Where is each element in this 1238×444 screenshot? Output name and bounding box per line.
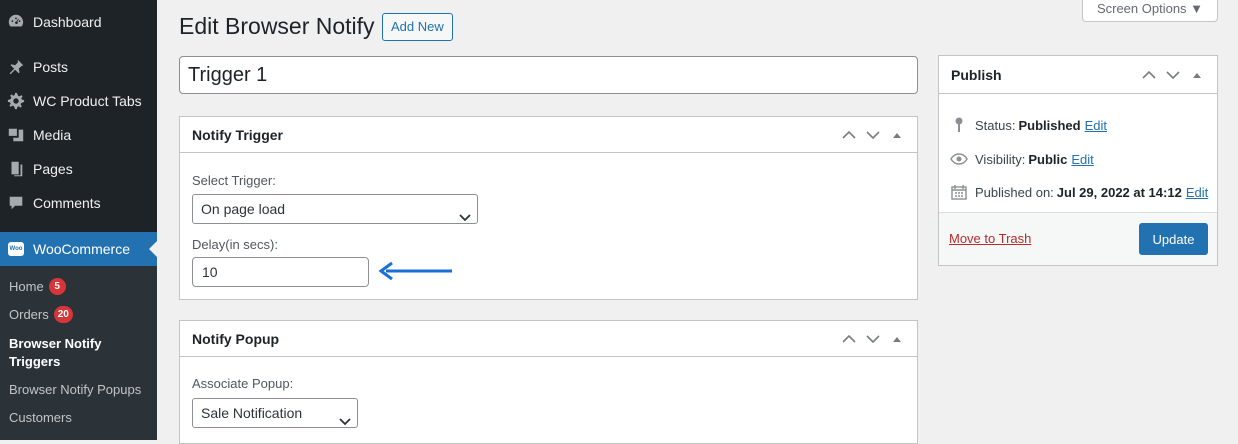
submenu-label: Orders [9, 307, 49, 322]
postbox-header: Notify Popup [180, 321, 917, 357]
submenu-label: Browser Notify Popups [9, 382, 142, 397]
chevron-down-icon [339, 407, 351, 435]
pointer-arrow-icon [378, 261, 452, 281]
edit-date-link[interactable]: Edit [1186, 185, 1208, 200]
menu-label: WC Product Tabs [33, 93, 142, 109]
chevron-down-icon[interactable] [1161, 63, 1185, 87]
calendar-icon [949, 183, 969, 201]
postbox-header: Publish [939, 56, 1217, 94]
published-value: Jul 29, 2022 at 14:12 [1056, 184, 1182, 200]
publish-box: Publish Status: Published Edit Visibilit… [938, 55, 1218, 266]
submenu-item-customers[interactable]: Customers [9, 410, 72, 425]
associate-popup-label: Associate Popup: [192, 376, 294, 391]
published-on-row: Published on: Jul 29, 2022 at 14:12 Edit [949, 183, 1208, 201]
move-to-trash-link[interactable]: Move to Trash [949, 231, 1031, 246]
admin-sidebar: Dashboard Posts WC Product Tabs Media Pa… [0, 0, 157, 440]
submenu-item-orders[interactable]: Orders 20 [9, 306, 73, 323]
submenu-label: Customers [9, 410, 72, 425]
publish-actions: Move to Trash Update [939, 212, 1217, 265]
menu-label: Pages [33, 161, 73, 177]
menu-item-pages[interactable]: Pages [0, 152, 157, 186]
screen-options-button[interactable]: Screen Options ▼ [1082, 0, 1218, 22]
menu-item-media[interactable]: Media [0, 118, 157, 152]
postbox-header: Notify Trigger [180, 117, 917, 153]
notify-popup-box: Notify Popup Associate Popup: Sale Notif… [179, 320, 918, 444]
submenu-label: Home [9, 279, 44, 294]
media-icon [6, 125, 26, 145]
delay-label: Delay(in secs): [192, 237, 278, 252]
postbox-handles [837, 117, 909, 153]
postbox-handles [1137, 56, 1209, 94]
submenu-item-browser-notify-triggers[interactable]: Browser Notify Triggers [9, 335, 139, 371]
postbox-handles [837, 321, 909, 357]
dashboard-icon [6, 12, 26, 32]
woo-logo: Woo [7, 242, 25, 256]
visibility-value: Public [1028, 151, 1068, 167]
visibility-row: Visibility: Public Edit [949, 150, 1094, 168]
visibility-label: Visibility: [975, 151, 1026, 167]
status-value: Published [1018, 117, 1081, 133]
status-label: Status: [975, 117, 1016, 133]
menu-label: Media [33, 127, 72, 143]
delay-input[interactable]: 10 [192, 257, 369, 287]
postbox-title: Notify Trigger [192, 126, 284, 143]
toggle-triangle-icon[interactable] [1185, 63, 1209, 87]
menu-item-woocommerce[interactable]: Woo WooCommerce [0, 232, 157, 266]
menu-item-comments[interactable]: Comments [0, 186, 157, 220]
menu-item-posts[interactable]: Posts [0, 50, 157, 84]
count-badge: 5 [48, 278, 66, 295]
menu-item-wc-product-tabs[interactable]: WC Product Tabs [0, 84, 157, 118]
eye-icon [949, 150, 969, 168]
add-new-button[interactable]: Add New [382, 13, 453, 41]
toggle-triangle-icon[interactable] [885, 327, 909, 351]
comments-icon [6, 193, 26, 213]
submenu-item-home[interactable]: Home 5 [9, 278, 66, 295]
pin-icon [949, 116, 969, 134]
selected-value: On page load [201, 201, 286, 217]
pin-icon [6, 57, 26, 77]
chevron-up-icon[interactable] [837, 123, 861, 147]
associate-popup-dropdown[interactable]: Sale Notification [192, 398, 358, 428]
edit-status-link[interactable]: Edit [1085, 118, 1107, 133]
chevron-down-icon [459, 203, 471, 231]
submenu-item-browser-notify-popups[interactable]: Browser Notify Popups [9, 382, 141, 397]
chevron-down-icon[interactable] [861, 327, 885, 351]
update-button[interactable]: Update [1139, 223, 1208, 255]
post-title-input[interactable]: Trigger 1 [179, 56, 918, 94]
chevron-down-icon[interactable] [861, 123, 885, 147]
woo-icon: Woo [6, 239, 26, 259]
chevron-up-icon[interactable] [837, 327, 861, 351]
status-row: Status: Published Edit [949, 116, 1107, 134]
menu-label: WooCommerce [33, 241, 130, 257]
selected-value: Sale Notification [201, 405, 303, 421]
postbox-title: Publish [951, 66, 1002, 83]
count-badge: 20 [53, 306, 73, 323]
menu-label: Dashboard [33, 14, 102, 30]
notify-trigger-box: Notify Trigger Select Trigger: On page l… [179, 116, 918, 300]
pages-icon [6, 159, 26, 179]
menu-item-dashboard[interactable]: Dashboard [0, 5, 157, 39]
edit-visibility-link[interactable]: Edit [1071, 152, 1093, 167]
postbox-title: Notify Popup [192, 330, 280, 347]
menu-label: Posts [33, 59, 69, 75]
woocommerce-submenu: Home 5 Orders 20 Browser Notify Triggers… [0, 266, 157, 440]
menu-label: Comments [33, 195, 101, 211]
published-label: Published on: [975, 184, 1054, 200]
select-trigger-dropdown[interactable]: On page load [192, 194, 478, 224]
submenu-label: Browser Notify Triggers [9, 336, 102, 369]
chevron-up-icon[interactable] [1137, 63, 1161, 87]
toggle-triangle-icon[interactable] [885, 123, 909, 147]
page-title: Edit Browser Notify [179, 13, 375, 39]
select-trigger-label: Select Trigger: [192, 173, 276, 188]
gear-icon [6, 91, 26, 111]
